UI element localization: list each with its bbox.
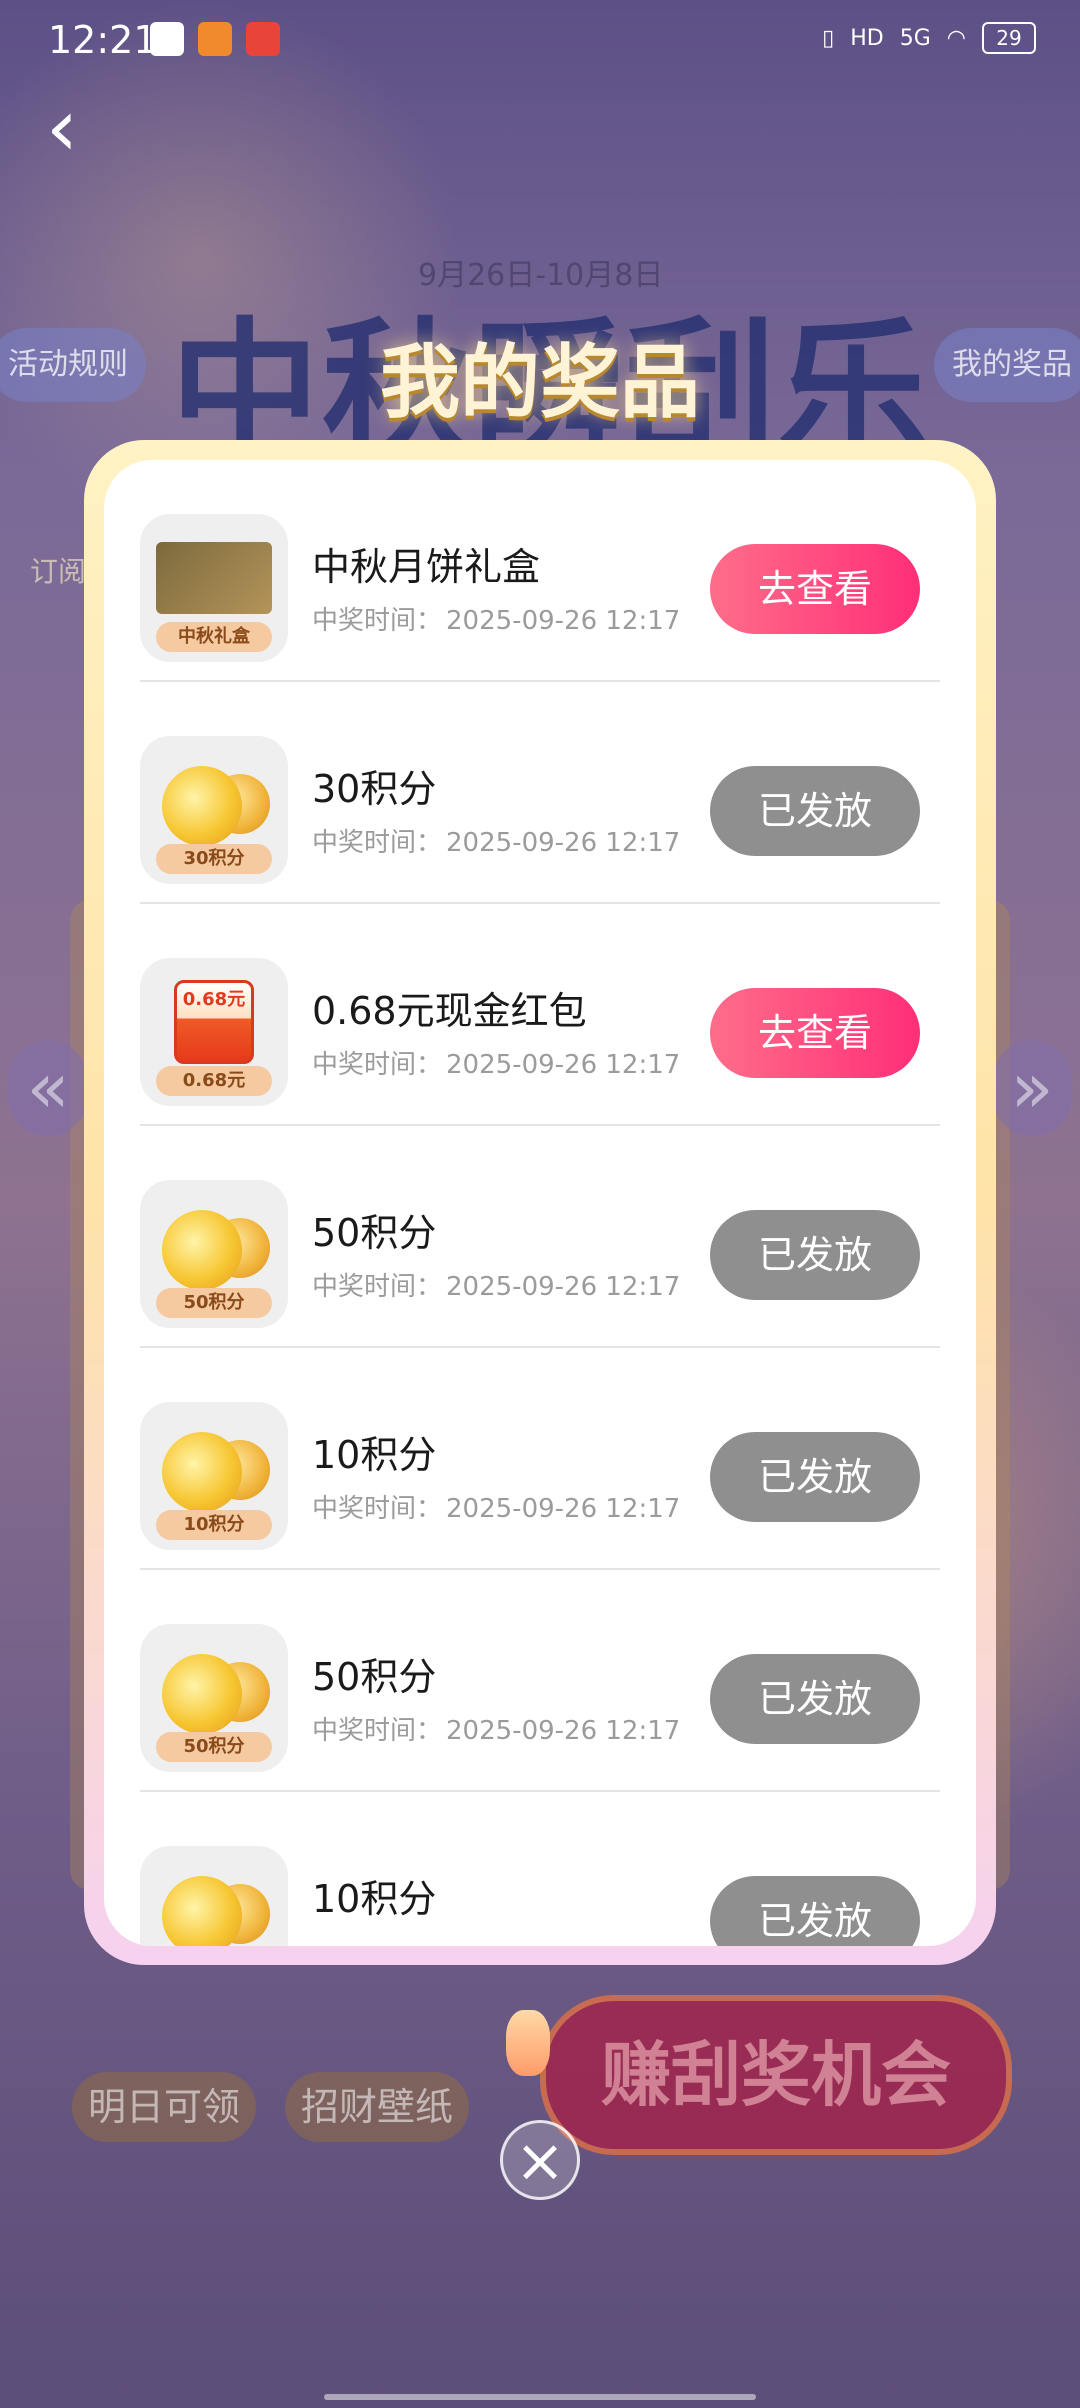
prize-time-value: 2025-09-26 12:17 [446,1272,681,1302]
prize-row: 50积分 50积分 中奖时间： 2025-09-26 12:17 已发放 [140,1126,940,1348]
prize-row: 10积分 10积分 中奖时间： 2025-09-26 12:17 已发放 [140,1348,940,1570]
issued-button[interactable]: 已发放 [710,1432,920,1522]
prize-name: 0.68元现金红包 [312,989,587,1033]
app-icon [198,22,232,56]
prize-time: 中奖时间： 2025-09-26 12:17 [312,1266,680,1303]
coin-icon [162,1876,242,1946]
prize-name: 50积分 [312,1655,437,1699]
prize-name: 10积分 [312,1433,437,1477]
prize-name: 50积分 [312,1211,437,1255]
prize-row: 中秋礼盒 中秋月饼礼盒 中奖时间： 2025-09-26 12:17 去查看 [140,460,940,682]
prize-tag: 中秋礼盒 [156,622,272,652]
hd-icon: HD [850,25,884,51]
prize-time: 中奖时间： 2025-09-26 12:17 [312,1488,680,1525]
wallpaper-button[interactable]: 招财壁纸 [285,2072,470,2142]
notification-icon [150,22,184,56]
earn-chances-button[interactable]: 赚刮奖机会 [540,1995,1012,2155]
app-icon [246,22,280,56]
prize-thumbnail: 10积分 [140,1846,288,1946]
prize-time: 中奖时间： 2025-09-26 12:17 [312,1710,680,1747]
home-indicator[interactable] [324,2394,756,2400]
prize-time-label: 中奖时间： [312,606,443,636]
prize-time-value: 2025-09-26 12:17 [446,1494,681,1524]
back-arrow-icon[interactable]: ‹ [46,88,78,168]
lantern-icon [506,2010,550,2076]
modal-title: 我的奖品 [380,336,700,429]
gift-box-icon [156,542,272,614]
red-envelope-icon: 0.68元 [174,980,254,1064]
coin-icon [162,1210,242,1290]
prize-time-label: 中奖时间： [312,1272,443,1302]
prize-time-label: 中奖时间： [312,1494,443,1524]
wifi-icon: ◠ [946,25,966,51]
vibrate-icon: ▯ [822,25,835,51]
prize-time-value: 2025-09-26 12:17 [446,1716,681,1746]
prize-time-value: 2025-09-26 12:17 [446,828,681,858]
prize-time: 中奖时间： 2025-09-26 12:17 [312,822,680,859]
prize-name: 30积分 [312,767,437,811]
prize-thumbnail: 0.68元 0.68元 [140,958,288,1106]
prize-name: 中秋月饼礼盒 [312,545,541,589]
prize-thumbnail: 50积分 [140,1180,288,1328]
prize-list: 中秋礼盒 中秋月饼礼盒 中奖时间： 2025-09-26 12:17 去查看 30… [140,460,940,1946]
subscribe-label[interactable]: 订阅 [30,550,86,590]
prize-tag: 50积分 [156,1732,272,1762]
prize-time: 中奖时间： 2025-09-26 12:17 [312,600,680,637]
prize-row: 0.68元 0.68元 0.68元现金红包 中奖时间： 2025-09-26 12… [140,904,940,1126]
prize-time-value: 2025-09-26 12:17 [446,606,681,636]
prev-arrow-icon[interactable]: « [8,1040,88,1136]
tomorrow-claim-button[interactable]: 明日可领 [72,2072,257,2142]
prize-tag: 30积分 [156,844,272,874]
issued-button[interactable]: 已发放 [710,1876,920,1946]
prize-time-value: 2025-09-26 12:17 [446,1050,681,1080]
prize-time: 中奖时间： 2025-09-26 12:17 [312,1044,680,1081]
issued-button[interactable]: 已发放 [710,1210,920,1300]
battery-icon: 29 [982,22,1036,54]
coin-icon [162,1654,242,1734]
close-icon[interactable]: × [500,2120,580,2200]
prize-time-label: 中奖时间： [312,828,443,858]
status-bar: 12:21 ▯ HD 5G ◠ 29 [0,0,1080,82]
prize-tag: 50积分 [156,1288,272,1318]
prize-thumbnail: 10积分 [140,1402,288,1550]
view-button[interactable]: 去查看 [710,544,920,634]
prize-list-panel[interactable]: 中秋礼盒 中秋月饼礼盒 中奖时间： 2025-09-26 12:17 去查看 30… [104,460,976,1946]
prize-time-label: 中奖时间： [312,1050,443,1080]
issued-button[interactable]: 已发放 [710,766,920,856]
view-button[interactable]: 去查看 [710,988,920,1078]
prize-time-label: 中奖时间： [312,1716,443,1746]
signal-icon: 5G [899,25,931,51]
coin-icon [162,1432,242,1512]
prize-thumbnail: 30积分 [140,736,288,884]
prize-row: 10积分 10积分 已发放 [140,1792,940,1946]
prize-thumbnail: 50积分 [140,1624,288,1772]
prize-tag: 10积分 [156,1510,272,1540]
next-arrow-icon[interactable]: » [992,1040,1072,1136]
issued-button[interactable]: 已发放 [710,1654,920,1744]
prize-tag: 0.68元 [156,1066,272,1096]
prize-thumbnail: 中秋礼盒 [140,514,288,662]
prize-row: 30积分 30积分 中奖时间： 2025-09-26 12:17 已发放 [140,682,940,904]
coin-icon [162,766,242,846]
status-time: 12:21 [48,18,158,62]
prize-row: 50积分 50积分 中奖时间： 2025-09-26 12:17 已发放 [140,1570,940,1792]
prize-name: 10积分 [312,1877,437,1921]
